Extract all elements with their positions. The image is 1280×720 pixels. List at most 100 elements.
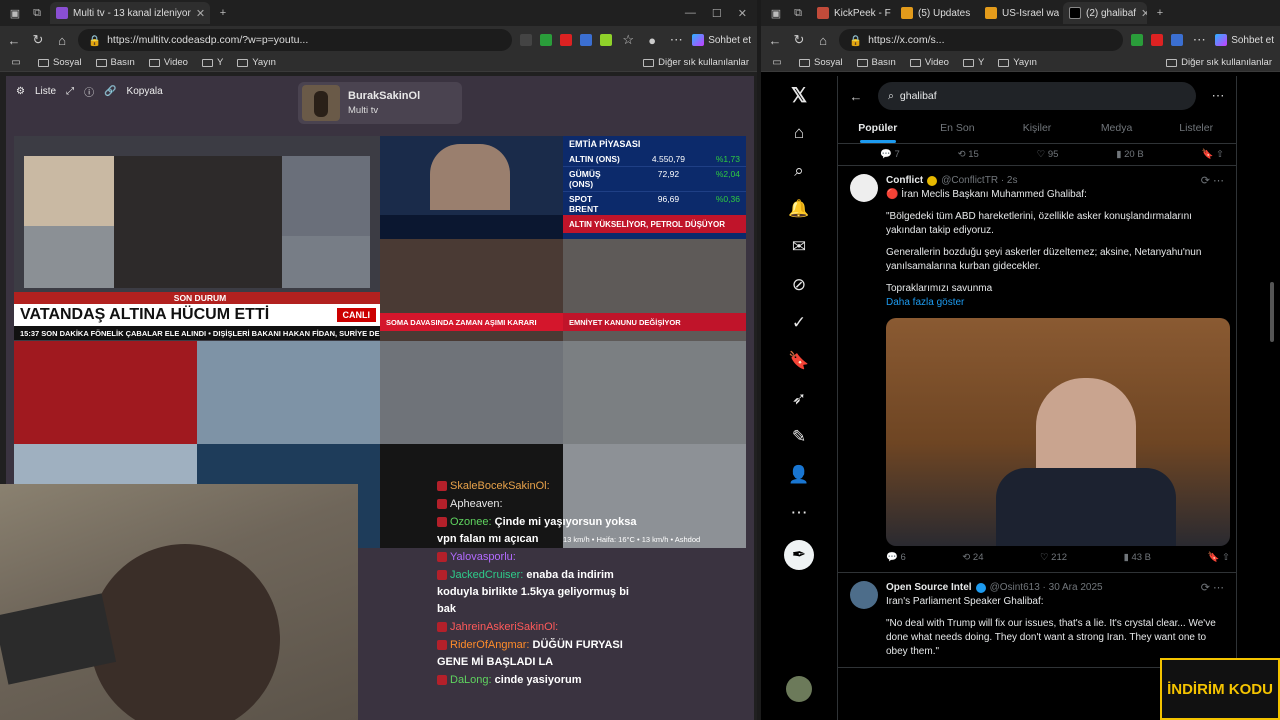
bookmark-folder[interactable]: Y	[201, 57, 223, 68]
notifications-icon[interactable]: 🔔	[788, 198, 810, 220]
bookmark-folder[interactable]: Yayın	[237, 57, 276, 68]
tab-people[interactable]: Kişiler	[997, 116, 1077, 143]
favorites-icon[interactable]: ☆	[620, 32, 636, 48]
tab-popular[interactable]: Popüler	[838, 116, 918, 143]
minimize-icon[interactable]: —	[685, 7, 696, 20]
bookmark-folder[interactable]: Sosyal	[38, 57, 82, 68]
tweet-photo[interactable]	[886, 318, 1230, 546]
tab-updates[interactable]: (5) Updates	[895, 2, 975, 24]
explore-icon[interactable]: ⌕	[788, 160, 810, 182]
tweet-menu-icon[interactable]: ⟳ ⋯	[1201, 581, 1224, 594]
tab-kickpeek[interactable]: KickPeek - F	[811, 2, 891, 24]
bookmark-folder[interactable]: Sosyal	[799, 57, 843, 68]
back-icon[interactable]: ←	[848, 89, 864, 104]
more-icon[interactable]: ⋯	[1210, 88, 1226, 104]
tab-actions-icon[interactable]: ⧉	[789, 4, 807, 22]
communities-icon[interactable]: ✓	[788, 312, 810, 334]
copilot-button[interactable]: Sohbet et	[1215, 34, 1274, 46]
more-icon[interactable]: ⋯	[668, 32, 684, 48]
tab-latest[interactable]: En Son	[918, 116, 998, 143]
search-input[interactable]: ⌕ ghalibaf	[878, 82, 1196, 110]
video-tile-ntv[interactable]	[380, 136, 563, 239]
tab-media[interactable]: Medya	[1077, 116, 1157, 143]
bookmark-icon[interactable]: 🔖 ⇧	[1202, 149, 1224, 160]
video-tile-cnn[interactable]: SON DURUM VATANDAŞ ALTINA HÜCUM ETTİ CANL…	[14, 136, 380, 341]
video-tile-studio[interactable]	[14, 341, 197, 444]
jobs-icon[interactable]: ➶	[788, 388, 810, 410]
views-count[interactable]: ▮ 43 B	[1124, 551, 1151, 565]
more-icon[interactable]: ⋯	[1191, 32, 1207, 48]
avatar[interactable]	[850, 581, 878, 609]
extension-icon[interactable]	[580, 34, 593, 46]
bookmarks-menu-icon[interactable]: ▭	[769, 57, 785, 68]
refresh-icon[interactable]: ↻	[30, 32, 46, 48]
post-button[interactable]: ✒	[784, 540, 814, 570]
tab-lists[interactable]: Listeler	[1156, 116, 1236, 143]
bookmark-folder[interactable]: Video	[148, 57, 188, 68]
channel-card[interactable]: BurakSakinOl Multi tv	[298, 82, 462, 124]
reply-button[interactable]: 💬 7	[880, 149, 900, 160]
author-handle[interactable]: @Osint613 · 30 Ara 2025	[990, 581, 1103, 595]
profile-avatar[interactable]: ●	[644, 33, 660, 48]
bookmark-folder[interactable]: Yayın	[998, 57, 1037, 68]
profile-icon[interactable]: 👤	[788, 464, 810, 486]
workspaces-icon[interactable]: ▣	[767, 4, 785, 22]
tweet[interactable]: Open Source Intel @Osint613 · 30 Ara 2025…	[838, 573, 1236, 668]
extension-icon[interactable]	[600, 34, 613, 46]
other-bookmarks[interactable]: Diğer sık kullanılanlar	[1166, 57, 1272, 68]
bookmark-folder[interactable]: Basın	[95, 57, 135, 68]
video-tile-soma[interactable]: SOMA DAVASINDA ZAMAN AŞIMI KARARI	[380, 239, 563, 341]
close-window-icon[interactable]: ✕	[738, 7, 747, 20]
new-tab-icon[interactable]: +	[214, 4, 232, 22]
x-logo-icon[interactable]: 𝕏	[788, 84, 810, 107]
back-icon[interactable]: ←	[767, 33, 783, 48]
bookmark-folder[interactable]: Y	[962, 57, 984, 68]
url-field[interactable]: 🔒 https://x.com/s...	[839, 29, 1124, 51]
reply-button[interactable]: 💬 6	[886, 551, 906, 565]
other-bookmarks[interactable]: Diğer sık kullanılanlar	[643, 57, 749, 68]
messages-icon[interactable]: ✉	[788, 236, 810, 258]
home-icon[interactable]: ⌂	[788, 122, 810, 144]
copy-button[interactable]: Kopyala	[127, 86, 163, 97]
refresh-icon[interactable]: ↻	[791, 32, 807, 48]
maximize-icon[interactable]: ☐	[712, 7, 722, 20]
show-more-link[interactable]: Daha fazla göster	[886, 296, 1230, 310]
author-name[interactable]: Conflict	[886, 174, 923, 188]
video-tile-cams[interactable]	[197, 341, 380, 444]
author-handle[interactable]: @ConflictTR · 2s	[941, 174, 1017, 188]
scrollbar[interactable]	[1270, 282, 1274, 342]
tweet[interactable]: Conflict @ConflictTR · 2s 🔴 İran Meclis B…	[838, 166, 1236, 573]
extension-icon[interactable]	[540, 34, 553, 46]
url-field[interactable]: 🔒 https://multitv.codeasdp.com/?w=p=yout…	[78, 29, 513, 51]
info-icon[interactable]: ⓘ	[84, 84, 94, 99]
views-count[interactable]: ▮ 20 B	[1116, 149, 1143, 160]
list-button[interactable]: Liste	[35, 86, 56, 97]
tab-ghalibaf[interactable]: (2) ghalibaf ✕	[1063, 2, 1147, 24]
settings-icon[interactable]: ⚙	[16, 86, 25, 97]
back-icon[interactable]: ←	[6, 33, 22, 48]
extension-icon[interactable]	[1151, 34, 1164, 46]
tab-usisrael[interactable]: US-Israel wa	[979, 2, 1059, 24]
video-tile-city[interactable]	[380, 341, 563, 444]
tab-multitv[interactable]: Multi tv - 13 kanal izleniyor ✕	[50, 2, 210, 24]
like-button[interactable]: ♡ 95	[1037, 149, 1059, 160]
close-tab-icon[interactable]: ✕	[1141, 7, 1147, 20]
workspaces-icon[interactable]: ▣	[6, 4, 24, 22]
extension-icon[interactable]	[1131, 34, 1144, 46]
tab-actions-icon[interactable]: ⧉	[28, 4, 46, 22]
copilot-button[interactable]: Sohbet et	[692, 34, 751, 46]
extension-icon[interactable]	[520, 34, 533, 46]
grok-icon[interactable]: ⊘	[788, 274, 810, 296]
like-button[interactable]: ♡ 212	[1040, 551, 1067, 565]
video-tile-haberturk[interactable]: EMNİYET KANUNU DEĞİŞİYOR	[563, 239, 746, 341]
more-icon[interactable]: ⋯	[788, 502, 810, 524]
fullscreen-icon[interactable]: ⤢	[66, 86, 74, 97]
extension-icon[interactable]	[1171, 34, 1184, 46]
bookmark-folder[interactable]: Basın	[856, 57, 896, 68]
avatar[interactable]	[850, 174, 878, 202]
extension-icon[interactable]	[560, 34, 573, 46]
repost-button[interactable]: ⟲ 24	[962, 551, 983, 565]
video-tile-markets[interactable]: EMTİA PİYASASI ALTIN (ONS) 4.550,79 %1,73 G…	[563, 136, 746, 239]
bookmark-icon[interactable]: 🔖 ⇧	[1208, 551, 1230, 565]
new-tab-icon[interactable]: +	[1151, 4, 1169, 22]
